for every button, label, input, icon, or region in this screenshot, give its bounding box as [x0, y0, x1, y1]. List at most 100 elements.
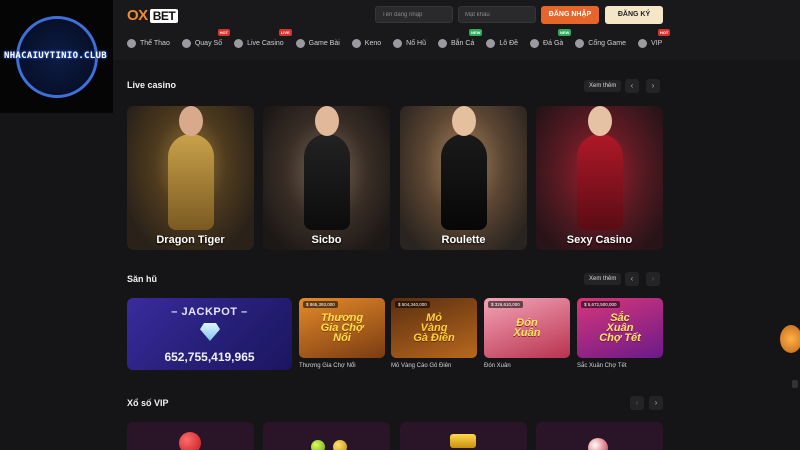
game-card-dragon-tiger[interactable]: Dragon Tiger [127, 106, 254, 250]
carousel-prev-button[interactable]: ‹ [625, 79, 639, 93]
nav-item-live-casino[interactable]: Live Casino LIVE [234, 29, 292, 50]
game-portal-icon [575, 38, 585, 48]
lottery-card[interactable] [263, 422, 390, 450]
nav-label: Thể Thao [140, 39, 170, 47]
live-casino-icon [234, 38, 244, 48]
nav-label: Cổng Game [588, 39, 627, 47]
username-input[interactable] [375, 6, 453, 23]
nav-label: Live Casino [247, 39, 284, 47]
slot-artwork: Sắc Xuân Chợ Tết [599, 312, 641, 344]
slot-artwork: Đón Xuân [513, 317, 541, 339]
nav-item-ban-ca[interactable]: Bắn Cá NEW [438, 29, 483, 50]
hot-badge: HOT [217, 29, 231, 36]
jackpot-amount-badge: $ 326,610,000 [488, 301, 523, 308]
watermark-logo: NHACAIUYTINIO.CLUB [0, 0, 113, 113]
login-button[interactable]: ĐĂNG NHẬP [541, 6, 599, 24]
header: OXBET ĐĂNG NHẬP ĐĂNG KÝ Thể Thao Quay Số… [0, 0, 800, 60]
card-label: Sicbo [311, 234, 342, 246]
nav-item-no-hu[interactable]: Nổ Hũ [393, 36, 426, 50]
card-label: Sexy Casino [566, 234, 633, 246]
see-more-button[interactable]: Xem thêm [584, 273, 622, 285]
keno-icon [351, 38, 361, 48]
lottery-card[interactable] [536, 422, 663, 450]
brand-logo[interactable]: OX BET [127, 7, 179, 24]
slot-artwork: Thương Gia Chợ Nổi [320, 312, 364, 344]
lotto-icon [486, 38, 496, 48]
crown-icon [450, 434, 476, 448]
diamond-icon [200, 323, 220, 341]
jackpot-title: – JACKPOT – [171, 306, 248, 318]
main-nav: Thể Thao Quay Số HOT Live Casino LIVE Game… [127, 29, 674, 50]
rooster-icon [530, 38, 540, 48]
register-button[interactable]: ĐĂNG KÝ [605, 6, 663, 24]
jackpot-icon [393, 38, 403, 48]
nav-item-cong-game[interactable]: Cổng Game [575, 36, 626, 50]
nav-item-vip[interactable]: VIP HOT [638, 29, 671, 50]
nav-item-quay-so[interactable]: Quay Số HOT [181, 29, 231, 50]
vip-icon [638, 38, 648, 48]
logo-bet-text: BET [149, 9, 179, 23]
ball-icon [311, 440, 325, 450]
slot-caption: Mỏ Vàng Cáo Gô Điên [391, 363, 452, 369]
new-badge: NEW [557, 29, 572, 36]
jackpot-banner[interactable]: – JACKPOT – 652,755,419,965 [127, 298, 292, 370]
floating-promo-icon[interactable] [780, 325, 800, 353]
card-label: Roulette [441, 234, 486, 246]
dealer-image [167, 106, 214, 230]
jackpot-amount: 652,755,419,965 [164, 350, 255, 364]
nav-label: Đá Gà [543, 39, 564, 47]
nav-item-keno[interactable]: Keno [351, 36, 382, 50]
slot-artwork: Mỏ Vàng Gà Điên [413, 312, 455, 344]
nav-item-lo-de[interactable]: Lô Đề [486, 36, 518, 50]
see-more-button[interactable]: Xem thêm [584, 80, 622, 92]
lottery-card[interactable] [127, 422, 254, 450]
logo-ox-text: OX [127, 7, 148, 24]
live-badge: LIVE [278, 29, 292, 36]
section-title-xo-so-vip: Xổ số VIP [127, 398, 169, 408]
soccer-ball-icon [127, 38, 136, 48]
ball-icon [179, 432, 201, 450]
nav-label: Quay Số [194, 39, 223, 47]
carousel-next-button[interactable]: › [646, 79, 660, 93]
carousel-prev-button[interactable]: ‹ [630, 396, 644, 410]
jackpot-amount-badge: $ 5,672,500,000 [581, 301, 620, 308]
nav-item-the-thao[interactable]: Thể Thao [127, 36, 170, 50]
game-card-sicbo[interactable]: Sicbo [263, 106, 390, 250]
scroll-handle[interactable] [792, 380, 798, 388]
slot-sac-xuan-cho-tet[interactable]: $ 5,672,500,000 Sắc Xuân Chợ Tết [577, 298, 663, 358]
slot-mo-vang[interactable]: $ 504,340,000 Mỏ Vàng Gà Điên [391, 298, 477, 358]
nav-label: Nổ Hũ [406, 39, 426, 47]
card-label: Dragon Tiger [156, 234, 225, 246]
nav-label: Keno [364, 39, 382, 47]
section-title-live-casino: Live casino [127, 80, 177, 90]
carousel-next-button[interactable]: › [646, 272, 660, 286]
nav-label: VIP [651, 39, 663, 47]
slot-caption: Đón Xuân [484, 363, 511, 369]
password-input[interactable] [458, 6, 536, 23]
page: OXBET ĐĂNG NHẬP ĐĂNG KÝ Thể Thao Quay Số… [0, 0, 800, 450]
section-title-san-hu: Săn hũ [127, 274, 158, 284]
nav-item-da-ga[interactable]: Đá Gà NEW [530, 29, 572, 50]
game-card-sexy-casino[interactable]: Sexy Casino [536, 106, 663, 250]
ball-icon [588, 438, 608, 450]
dealer-image [576, 106, 623, 230]
carousel-prev-button[interactable]: ‹ [625, 272, 639, 286]
lottery-icon [181, 38, 191, 48]
slot-don-xuan[interactable]: $ 326,610,000 Đón Xuân [484, 298, 570, 358]
lottery-card[interactable] [400, 422, 527, 450]
nav-label: Game Bài [308, 39, 340, 47]
slot-thuong-gia-cho-noi[interactable]: $ 865,393,000 Thương Gia Chợ Nổi [299, 298, 385, 358]
cards-icon [295, 38, 305, 48]
game-card-roulette[interactable]: Roulette [400, 106, 527, 250]
ball-icon [333, 440, 347, 450]
fish-icon [438, 38, 447, 48]
slot-caption: Sắc Xuân Chợ Tết [577, 363, 627, 369]
carousel-next-button[interactable]: › [649, 396, 663, 410]
jackpot-amount-badge: $ 865,393,000 [303, 301, 338, 308]
new-badge: NEW [469, 29, 483, 36]
slot-caption: Thương Gia Chợ Nổi [299, 363, 356, 369]
nav-label: Bắn Cá [451, 39, 475, 47]
nav-label: Lô Đề [499, 39, 519, 47]
nav-item-game-bai[interactable]: Game Bài [295, 36, 340, 50]
dealer-image [303, 106, 350, 230]
